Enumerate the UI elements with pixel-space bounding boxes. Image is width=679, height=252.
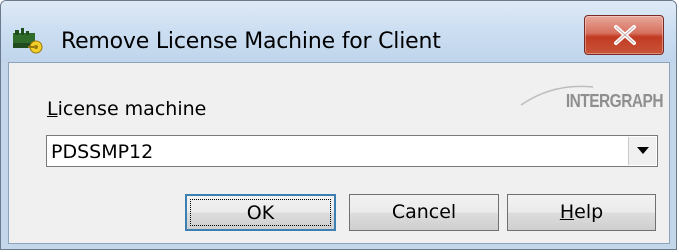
- help-button[interactable]: Help: [507, 194, 656, 231]
- cancel-label: Cancel: [391, 201, 457, 223]
- focus-rectangle: [190, 199, 331, 226]
- dialog-body: INTERGRAPH License machine PDSSMP12 OK C…: [8, 62, 670, 244]
- dialog-window: Remove License Machine for Client INTERG…: [0, 0, 677, 250]
- license-machine-label: License machine: [47, 98, 206, 120]
- close-button[interactable]: [584, 15, 664, 55]
- logo-text: INTERGRAPH: [565, 91, 664, 111]
- license-machine-dropdown[interactable]: PDSSMP12: [46, 135, 658, 167]
- ok-button[interactable]: OK: [185, 194, 336, 231]
- dropdown-arrow-icon: [637, 147, 649, 154]
- help-label: elp: [574, 201, 604, 223]
- license-machine-value: PDSSMP12: [51, 141, 154, 163]
- label-mnemonic: L: [47, 98, 58, 120]
- label-text: icense machine: [57, 98, 207, 120]
- close-icon: [614, 25, 636, 45]
- window-title: Remove License Machine for Client: [61, 29, 441, 54]
- dropdown-button[interactable]: [628, 137, 656, 165]
- app-icon: [11, 27, 45, 55]
- intergraph-logo: INTERGRAPH: [513, 81, 664, 111]
- title-bar[interactable]: Remove License Machine for Client: [1, 1, 676, 61]
- help-mnemonic: H: [559, 201, 575, 223]
- cancel-button[interactable]: Cancel: [349, 194, 499, 231]
